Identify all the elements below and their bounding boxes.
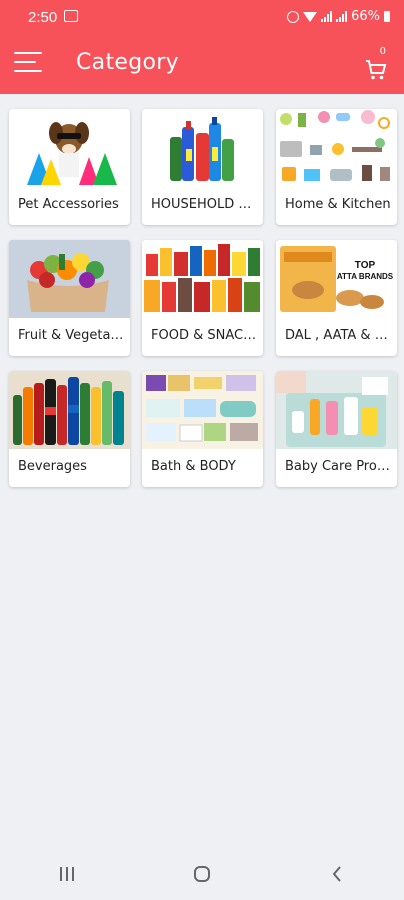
category-card-household-needs[interactable]: HOUSEHOLD NEEDS [142,109,263,225]
cart-button[interactable]: 0 [364,46,390,80]
beverages-image [9,371,130,449]
alarm-icon [287,10,300,23]
category-card-baby-care[interactable]: Baby Care Products [276,371,397,487]
category-label: Baby Care Products [285,459,393,474]
category-label: Beverages [18,459,87,474]
fruit-vegetables-image [9,240,130,318]
category-card-home-kitchen[interactable]: Home & Kitchen [276,109,397,225]
category-label: Fruit & Vegetables [18,328,126,343]
category-card-bath-body[interactable]: Bath & BODY [142,371,263,487]
household-needs-image [142,109,263,187]
app-bar: Category 0 [0,34,404,94]
category-card-beverages[interactable]: Beverages [9,371,130,487]
signal-icon-2 [336,11,348,22]
menu-icon [14,52,42,54]
battery-percent: 66% [351,9,380,24]
signal-icon [321,11,333,22]
home-kitchen-image [276,109,397,187]
home-icon [193,866,210,882]
category-label: Bath & BODY [151,459,236,474]
pet-accessories-image [9,109,130,187]
category-card-fruit-vegetables[interactable]: Fruit & Vegetables [9,240,130,356]
cart-count-badge: 0 [379,46,386,57]
food-snacks-image [142,240,263,318]
bath-body-image [142,371,263,449]
menu-button[interactable] [14,52,42,74]
page-title: Category [76,50,179,75]
status-bar: 2:50 66% [0,0,404,34]
battery-icon [384,11,390,22]
category-label: FOOD & SNACKS [151,328,259,343]
back-icon [332,866,341,882]
category-card-dal-aata[interactable]: TOP ATTA BRANDS DAL , AATA & MORE [276,240,397,356]
top-atta-brands-banner: TOP ATTA BRANDS [334,260,396,282]
recent-apps-icon [60,867,75,881]
category-label: Home & Kitchen [285,197,391,212]
dal-aata-image: TOP ATTA BRANDS [276,240,397,318]
wifi-icon [303,11,318,22]
category-card-pet-accessories[interactable]: Pet Accessories [9,109,130,225]
system-nav-bar [0,848,404,900]
category-label: DAL , AATA & MORE [285,328,393,343]
menu-icon-line [14,61,36,63]
gallery-icon [64,10,78,22]
category-label: Pet Accessories [18,197,119,212]
atta-banner-line2: ATTA BRANDS [336,272,394,281]
cart-icon [366,60,387,80]
baby-care-image [276,371,397,449]
home-button[interactable] [172,854,232,894]
menu-icon-line [14,70,42,72]
back-button[interactable] [307,854,367,894]
status-time: 2:50 [28,9,58,26]
atta-banner-line1: TOP [354,260,376,271]
category-card-food-snacks[interactable]: FOOD & SNACKS [142,240,263,356]
status-icons: 66% [287,9,390,24]
category-label: HOUSEHOLD NEEDS [151,197,259,212]
recent-apps-button[interactable] [37,854,97,894]
